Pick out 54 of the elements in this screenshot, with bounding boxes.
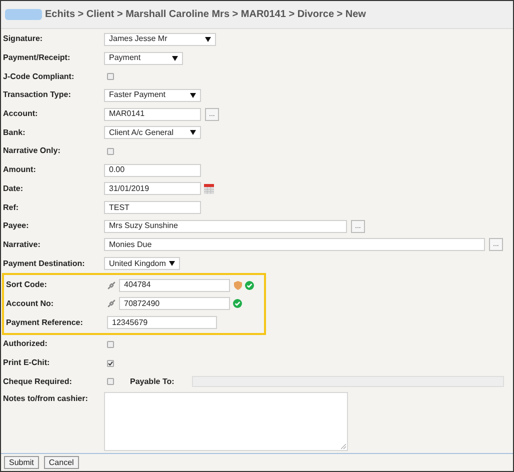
breadcrumb: Echits > Client > Marshall Caroline Mrs > MAR0141 > Divorce > New (45, 8, 366, 22)
field-label: Account: (3, 108, 39, 120)
calendar-icon[interactable] (204, 183, 214, 194)
field-label: Signature: (3, 33, 44, 46)
dropdown[interactable]: Faster Payment (104, 88, 201, 102)
dropdown[interactable]: Client A/c General (104, 126, 201, 140)
link-icon (107, 280, 116, 290)
caret-icon (172, 56, 178, 61)
field-label: Authorized: (3, 338, 48, 350)
field-label: Bank: (3, 126, 26, 139)
field-label: Print E-Chit: (3, 357, 51, 370)
resize-grip-icon (341, 444, 346, 450)
caret-icon (205, 36, 211, 42)
field-label: Transaction Type: (3, 89, 72, 102)
field-label: Cheque Required: (3, 376, 73, 388)
text-field[interactable]: TEST (104, 201, 201, 214)
field-label: Account No: (6, 298, 55, 310)
link-icon (107, 299, 116, 308)
caret-icon (169, 261, 175, 266)
checkbox[interactable] (107, 378, 114, 386)
field-label: Date: (3, 182, 24, 195)
text-field[interactable]: Monies Due (104, 238, 485, 252)
submit-button[interactable]: Submit (4, 456, 39, 470)
field-label: Payee: (3, 220, 30, 232)
caret-icon (190, 92, 196, 98)
dropdown[interactable]: United Kingdom (104, 257, 180, 270)
text-field[interactable]: 404784 (119, 278, 230, 292)
text-field[interactable]: 70872490 (119, 297, 230, 310)
field-label: Payment Reference: (6, 316, 84, 329)
redacted-mark (5, 9, 42, 20)
field-label: Payment/Receipt: (3, 52, 72, 64)
field-label: Amount: (3, 164, 37, 176)
field-label: Narrative: (3, 238, 42, 251)
text-field[interactable]: MAR0141 (104, 108, 201, 121)
checkbox[interactable] (107, 360, 114, 367)
date-field[interactable]: 31/01/2019 (104, 182, 201, 196)
checkbox[interactable] (107, 340, 114, 348)
checkbox[interactable] (107, 148, 114, 155)
text-field[interactable]: 12345679 (107, 316, 217, 330)
caret-icon (190, 130, 196, 136)
field-label: Notes to/from cashier: (3, 393, 89, 406)
field-label: Sort Code: (6, 279, 48, 292)
cancel-button[interactable]: Cancel (44, 456, 79, 470)
payable-to-label: Payable To: (130, 376, 176, 388)
text-field[interactable]: Mrs Suzy Sunshine (104, 220, 347, 233)
field-label: Narrative Only: (3, 145, 62, 158)
checkbox[interactable] (107, 73, 114, 80)
field-label: J-Code Compliant: (3, 70, 76, 83)
dropdown[interactable]: Payment (104, 52, 183, 65)
dropdown[interactable]: James Jesse Mr (104, 32, 216, 46)
field-label: Ref: (3, 202, 20, 214)
text-field[interactable]: 0.00 (104, 164, 201, 177)
field-label: Payment Destination: (3, 258, 86, 270)
notes-textarea[interactable] (104, 392, 348, 452)
